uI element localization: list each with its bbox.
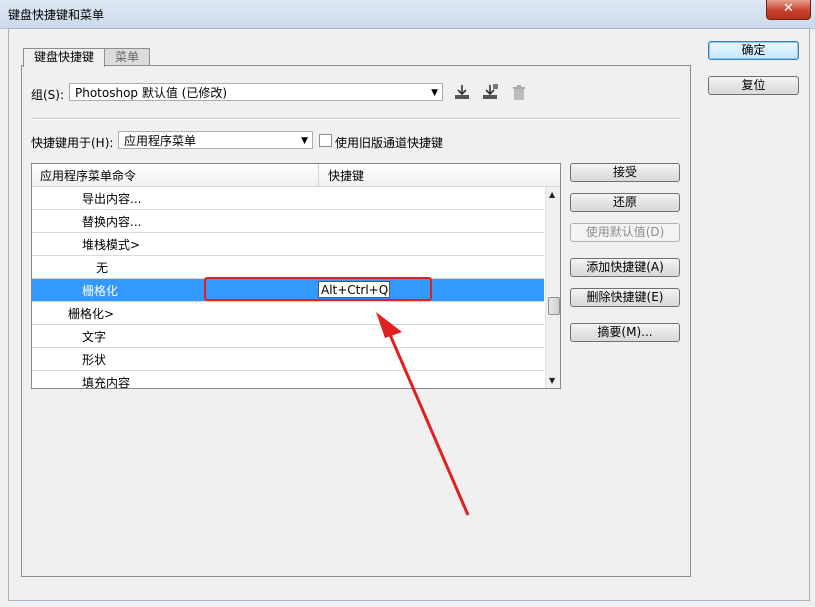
column-header-shortcut[interactable]: 快捷键 xyxy=(328,167,364,184)
window-title: 键盘快捷键和菜单 xyxy=(8,8,105,22)
row-command: 形状 xyxy=(82,353,107,367)
close-button[interactable]: ✕ xyxy=(766,0,811,20)
table-row[interactable]: 替换内容... xyxy=(32,210,544,233)
scroll-up-icon[interactable]: ▲ xyxy=(549,190,555,199)
annotation-arrow xyxy=(376,312,470,516)
legacy-shortcuts-label: 使用旧版通道快捷键 xyxy=(335,136,444,150)
save-set-icon[interactable] xyxy=(453,83,471,101)
scroll-thumb[interactable] xyxy=(548,297,560,315)
set-select[interactable]: Photoshop 默认值 (已修改) ▼ xyxy=(69,83,443,101)
row-command: 无 xyxy=(96,261,109,275)
reset-button[interactable]: 复位 xyxy=(708,76,799,95)
scroll-down-icon[interactable]: ▼ xyxy=(549,376,555,385)
use-default-button[interactable]: 使用默认值(D) xyxy=(570,223,680,242)
accept-button[interactable]: 接受 xyxy=(570,163,680,182)
table-row[interactable]: 无 xyxy=(32,256,544,279)
tab-menus[interactable]: 菜单 xyxy=(104,48,151,66)
row-command: 堆栈模式> xyxy=(82,238,141,252)
row-command: 栅格化> xyxy=(68,307,115,321)
add-shortcut-button[interactable]: 添加快捷键(A) xyxy=(570,258,680,277)
chevron-down-icon: ▼ xyxy=(431,88,438,98)
row-command: 导出内容... xyxy=(82,192,142,206)
save-set-as-icon[interactable] xyxy=(481,83,499,101)
annotation-highlight-box xyxy=(204,277,432,301)
title-bar xyxy=(0,0,815,29)
set-label: 组(S): xyxy=(31,88,65,102)
delete-shortcut-button[interactable]: 删除快捷键(E) xyxy=(570,288,680,307)
table-row[interactable]: 堆栈模式> xyxy=(32,233,544,256)
table-header: 应用程序菜单命令 快捷键 xyxy=(32,164,560,187)
row-command: 填充内容 xyxy=(82,376,131,389)
legacy-shortcuts-checkbox[interactable] xyxy=(319,134,332,147)
shortcuts-for-select[interactable]: 应用程序菜单 ▼ xyxy=(118,131,313,149)
separator xyxy=(31,118,681,120)
table-row[interactable]: 导出内容... xyxy=(32,187,544,210)
row-command: 文字 xyxy=(82,330,107,344)
column-header-command[interactable]: 应用程序菜单命令 xyxy=(40,167,136,184)
row-command: 栅格化 xyxy=(82,284,119,298)
set-value: Photoshop 默认值 (已修改) xyxy=(75,86,228,100)
column-divider[interactable] xyxy=(318,164,319,186)
undo-button[interactable]: 还原 xyxy=(570,193,680,212)
ok-button[interactable]: 确定 xyxy=(708,41,799,60)
shortcuts-for-value: 应用程序菜单 xyxy=(124,134,197,148)
summarize-button[interactable]: 摘要(M)... xyxy=(570,323,680,342)
table-scrollbar[interactable]: ▲ ▼ xyxy=(545,187,560,388)
trash-icon xyxy=(510,84,528,102)
tab-keyboard-shortcuts[interactable]: 键盘快捷键 xyxy=(23,48,106,67)
chevron-down-icon: ▼ xyxy=(301,136,308,146)
shortcuts-for-label: 快捷键用于(H): xyxy=(31,136,114,150)
row-command: 替换内容... xyxy=(82,215,142,229)
